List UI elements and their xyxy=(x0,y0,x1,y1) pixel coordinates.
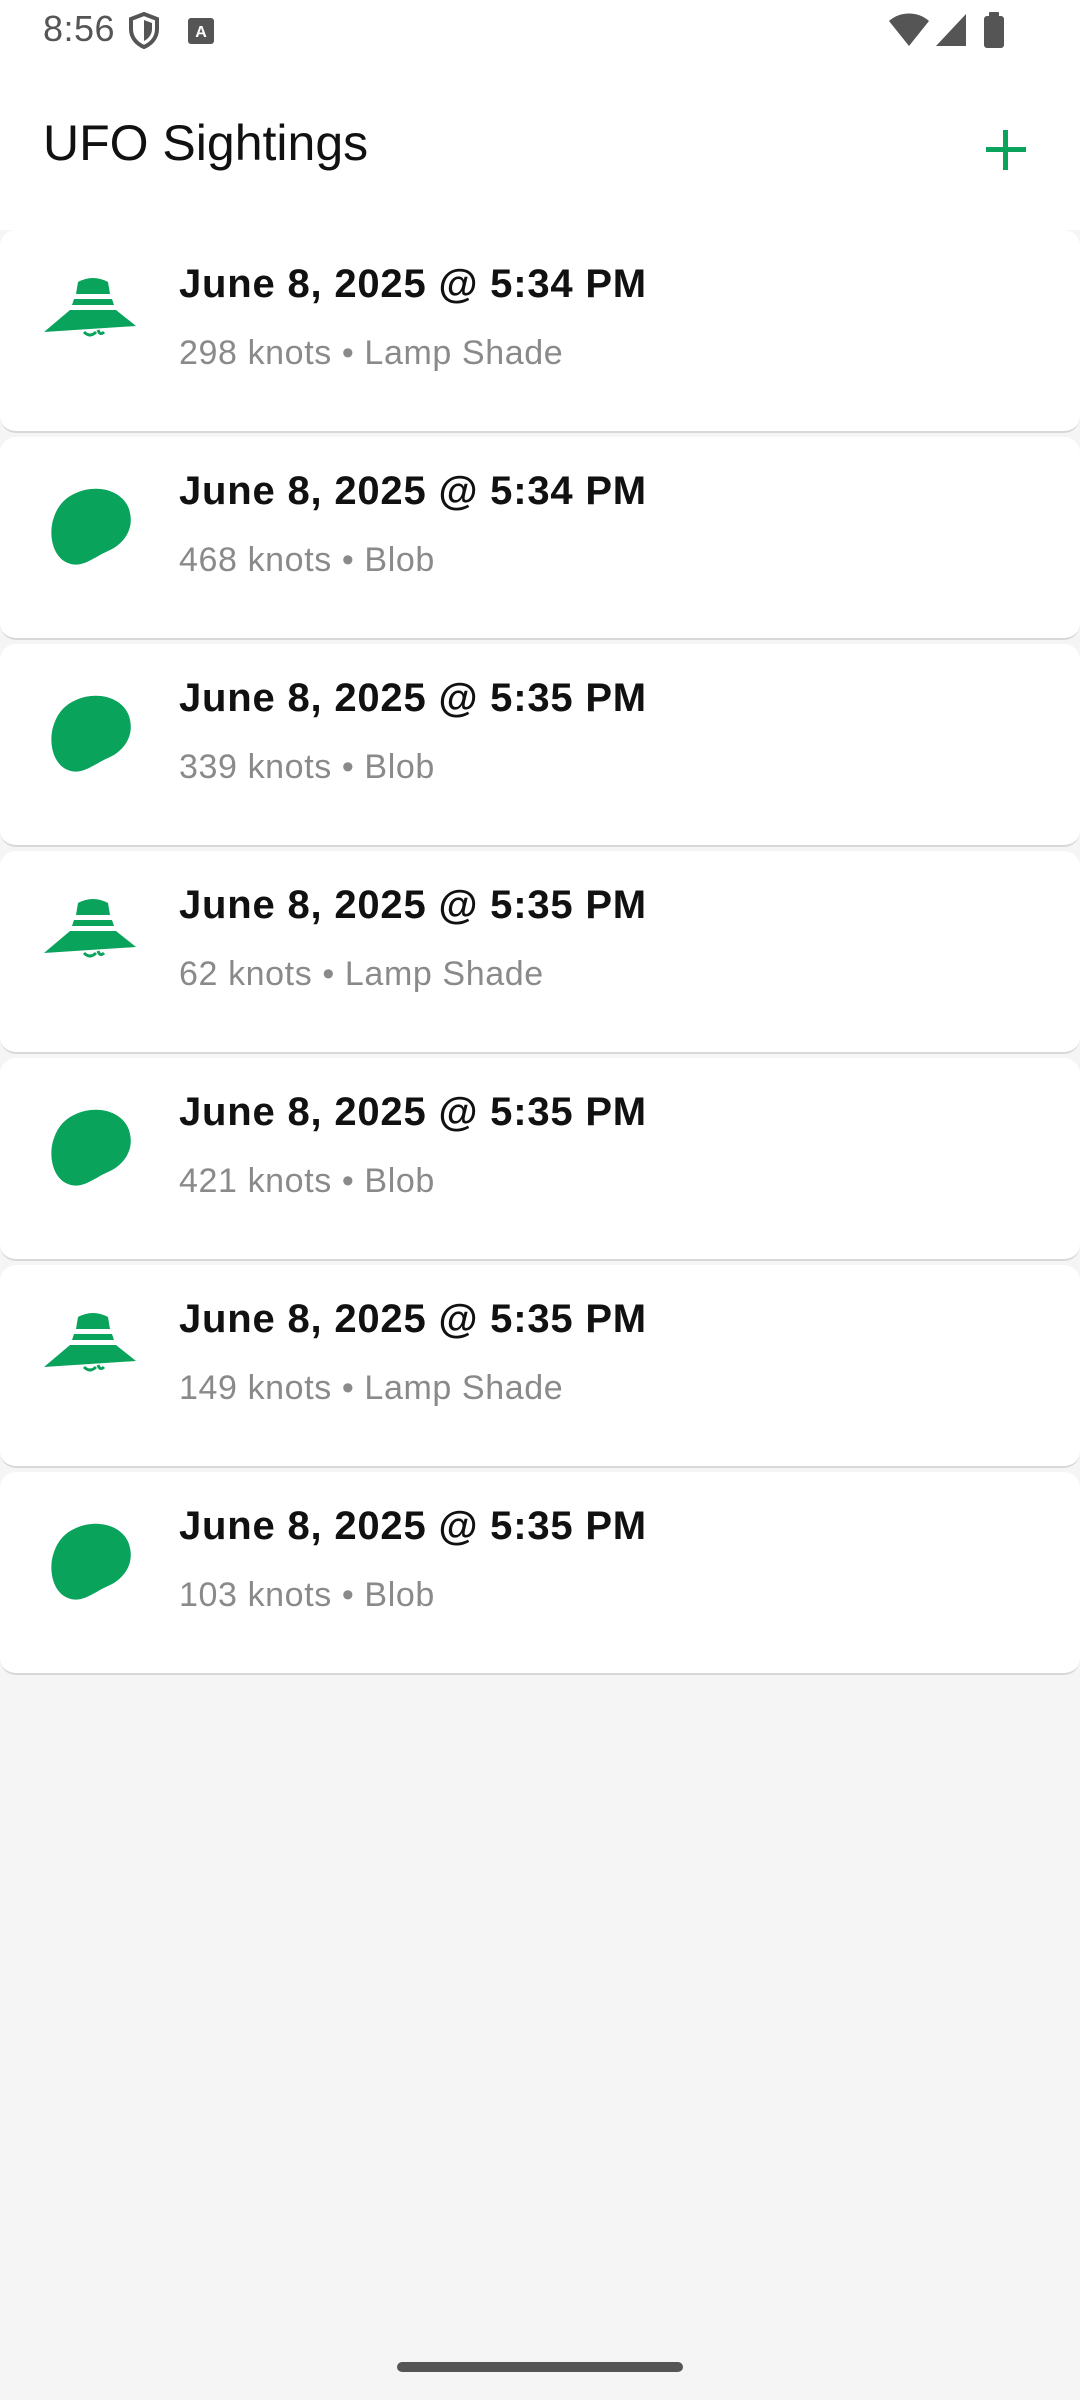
battery-icon xyxy=(982,12,1006,55)
keyboard-a-icon: A xyxy=(188,18,214,49)
add-sighting-button[interactable] xyxy=(970,114,1042,186)
sighting-subtitle: 468 knots • Blob xyxy=(179,541,435,579)
shield-icon xyxy=(128,11,160,55)
sightings-list: June 8, 2025 @ 5:34 PM 298 knots • Lamp S… xyxy=(0,230,1080,1679)
sighting-row[interactable]: June 8, 2025 @ 5:34 PM 298 knots • Lamp S… xyxy=(0,230,1080,433)
wifi-icon xyxy=(888,12,930,53)
sighting-title: June 8, 2025 @ 5:35 PM xyxy=(179,1297,647,1341)
sighting-title: June 8, 2025 @ 5:34 PM xyxy=(179,262,647,306)
sighting-title: June 8, 2025 @ 5:35 PM xyxy=(179,883,647,927)
sighting-row[interactable]: June 8, 2025 @ 5:34 PM 468 knots • Blob xyxy=(0,437,1080,640)
sighting-row[interactable]: June 8, 2025 @ 5:35 PM 62 knots • Lamp Sh… xyxy=(0,851,1080,1054)
lamp-shade-ufo-icon xyxy=(40,1307,146,1407)
sighting-title: June 8, 2025 @ 5:35 PM xyxy=(179,1504,647,1548)
sighting-title: June 8, 2025 @ 5:35 PM xyxy=(179,676,647,720)
sighting-subtitle: 62 knots • Lamp Shade xyxy=(179,955,544,993)
sighting-subtitle: 149 knots • Lamp Shade xyxy=(179,1369,564,1407)
app-bar: UFO Sightings xyxy=(0,64,1080,230)
sighting-title: June 8, 2025 @ 5:35 PM xyxy=(179,1090,647,1134)
plus-icon xyxy=(986,130,1026,170)
sighting-subtitle: 298 knots • Lamp Shade xyxy=(179,334,564,372)
lamp-shade-ufo-icon xyxy=(40,272,146,372)
sighting-row[interactable]: June 8, 2025 @ 5:35 PM 149 knots • Lamp S… xyxy=(0,1265,1080,1468)
blob-ufo-icon xyxy=(42,483,148,583)
sighting-row[interactable]: June 8, 2025 @ 5:35 PM 421 knots • Blob xyxy=(0,1058,1080,1261)
blob-ufo-icon xyxy=(42,690,148,790)
home-indicator[interactable] xyxy=(397,2362,683,2372)
sighting-row[interactable]: June 8, 2025 @ 5:35 PM 103 knots • Blob xyxy=(0,1472,1080,1675)
sighting-subtitle: 103 knots • Blob xyxy=(179,1576,435,1614)
blob-ufo-icon xyxy=(42,1518,148,1618)
sighting-row[interactable]: June 8, 2025 @ 5:35 PM 339 knots • Blob xyxy=(0,644,1080,847)
blob-ufo-icon xyxy=(42,1104,148,1204)
sighting-subtitle: 421 knots • Blob xyxy=(179,1162,435,1200)
lamp-shade-ufo-icon xyxy=(40,893,146,993)
sighting-subtitle: 339 knots • Blob xyxy=(179,748,435,786)
page-title: UFO Sightings xyxy=(43,115,369,171)
status-bar: 8:56 A xyxy=(0,0,1080,64)
cell-signal-icon xyxy=(934,12,968,53)
sighting-title: June 8, 2025 @ 5:34 PM xyxy=(179,469,647,513)
status-time: 8:56 xyxy=(43,8,116,49)
svg-text:A: A xyxy=(195,24,207,41)
